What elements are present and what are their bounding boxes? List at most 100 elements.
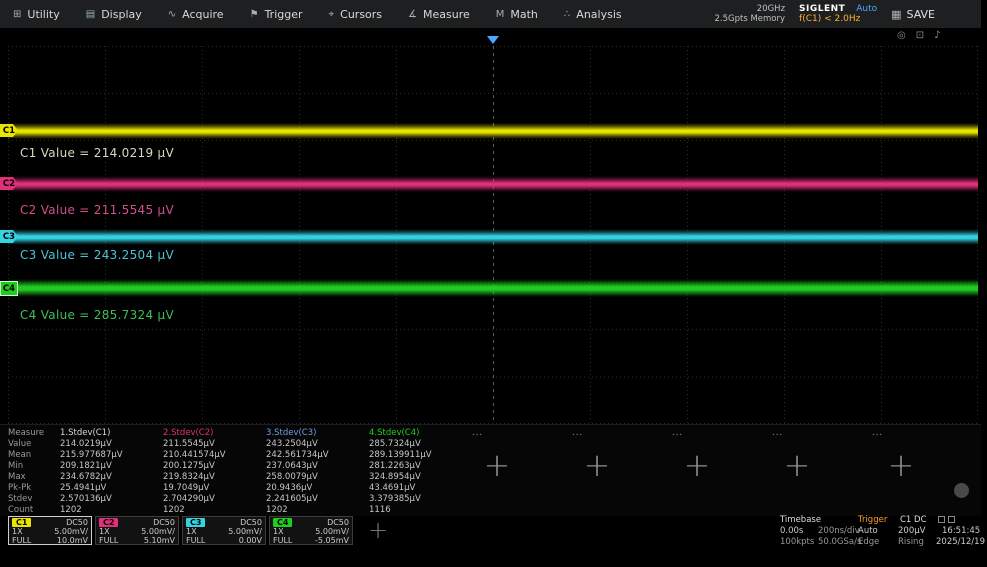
- trace-c1[interactable]: [8, 123, 978, 139]
- menu-display[interactable]: ▤Display: [73, 0, 155, 28]
- trigger-level: 200μV: [898, 527, 925, 536]
- timebase-panel[interactable]: Timebase: [780, 516, 821, 525]
- trigger-slope: Rising: [898, 538, 924, 547]
- add-measurement-button[interactable]: +: [479, 447, 515, 483]
- c2-coupling: DC50: [153, 518, 175, 527]
- menu-acquire[interactable]: ∿ Acquire: [155, 0, 237, 28]
- measure-slot-more: ...: [672, 428, 772, 439]
- menu-measure[interactable]: ∡Measure: [395, 0, 483, 28]
- measure-slot-more: ...: [472, 428, 572, 439]
- measure-value: 237.0643μV: [266, 461, 369, 472]
- camera-icon[interactable]: ◎: [897, 30, 906, 41]
- trace-c2[interactable]: [8, 176, 978, 192]
- c4-badge: C4: [273, 518, 292, 527]
- trigger-panel[interactable]: Trigger: [858, 516, 887, 525]
- measure-value: 234.6782μV: [60, 472, 163, 483]
- c2-badge: C2: [99, 518, 118, 527]
- measure-value: 1202: [60, 505, 163, 516]
- trigger-type: Edge: [858, 538, 879, 547]
- trigger-flag-icon: ⚑: [250, 9, 259, 20]
- measure-value: 211.5545μV: [163, 439, 266, 450]
- utility-icon: ⊞: [13, 9, 21, 20]
- measure-col-header-c2[interactable]: 2.Stdev(C2): [163, 428, 266, 439]
- menu-bar: ⊞Utility ▤Display ∿ Acquire ⚑Trigger ⌖Cur…: [0, 0, 981, 28]
- c1-badge: C1: [12, 518, 31, 527]
- c3-offset: 0.00V: [239, 536, 262, 545]
- measure-row-label: Value: [8, 439, 60, 450]
- measure-value: 219.8324μV: [163, 472, 266, 483]
- trigger-position-marker[interactable]: [487, 36, 499, 44]
- brand-status: SIGLENT Auto f(C1) < 2.0Hz: [799, 4, 877, 24]
- menu-math[interactable]: MMath: [483, 0, 551, 28]
- measure-value: 285.7324μV: [369, 439, 472, 450]
- measure-value: 1202: [163, 505, 266, 516]
- system-status-icons: [938, 516, 955, 523]
- frequency-counter: f(C1) < 2.0Hz: [799, 14, 877, 24]
- memory-readout: 2.5Gpts Memory: [715, 14, 786, 24]
- add-measurement-button[interactable]: +: [779, 447, 815, 483]
- measure-value: 2.570136μV: [60, 494, 163, 505]
- measure-value: 1202: [266, 505, 369, 516]
- measure-value: 1116: [369, 505, 472, 516]
- c4-value-label: C4 Value = 285.7324 μV: [20, 308, 174, 322]
- waveform-graticule[interactable]: C1 Value = 214.0219 μV C2 Value = 211.55…: [8, 46, 978, 424]
- oscilloscope-screen: ⊞Utility ▤Display ∿Acquire ⚑Trigger ⌖Cur…: [0, 0, 987, 567]
- measure-empty: [472, 483, 966, 494]
- measure-value: 242.561734μV: [266, 450, 369, 461]
- measure-value: 243.2504μV: [266, 439, 369, 450]
- c1-scale: 5.00mV/: [54, 527, 88, 536]
- c4-bandwidth: FULL: [273, 536, 292, 545]
- c2-probe: 1X: [99, 527, 110, 536]
- channel-box-c3[interactable]: C3DC50 1X5.00mV/ FULL0.00V: [182, 516, 266, 545]
- measure-row-label: Mean: [8, 450, 60, 461]
- menu-trigger[interactable]: ⚑Trigger: [237, 0, 316, 28]
- graticule-toolbar: ◎ ⊡ ♪: [897, 30, 941, 41]
- channel-box-c1[interactable]: C1DC50 1X5.00mV/ FULL10.0mV: [8, 516, 92, 545]
- menu-cursors[interactable]: ⌖Cursors: [316, 0, 396, 28]
- c4-probe: 1X: [273, 527, 284, 536]
- add-measurement-button[interactable]: +: [579, 447, 615, 483]
- channel-box-c2[interactable]: C2DC50 1X5.00mV/ FULL5.10mV: [95, 516, 179, 545]
- measure-slot-more: ...: [872, 428, 966, 439]
- menu-analysis[interactable]: ∴Analysis: [551, 0, 635, 28]
- acquire-icon: ∿: [168, 9, 176, 20]
- fullscreen-icon[interactable]: ⊡: [916, 30, 924, 41]
- analysis-icon: ∴: [564, 9, 570, 20]
- add-measurement-button[interactable]: +: [679, 447, 715, 483]
- menu-display-label: Display: [101, 8, 142, 21]
- c3-bandwidth: FULL: [186, 536, 205, 545]
- c3-coupling: DC50: [240, 518, 262, 527]
- measure-col-header-c1[interactable]: 1.Stdev(C1): [60, 428, 163, 439]
- c4-coupling: DC50: [327, 518, 349, 527]
- measure-empty: [472, 494, 966, 505]
- measure-value: 20.9436μV: [266, 483, 369, 494]
- floating-action-button[interactable]: [954, 483, 969, 498]
- measure-value: 324.8954μV: [369, 472, 472, 483]
- c1-coupling: DC50: [66, 518, 88, 527]
- measurement-panel: Measure 1.Stdev(C1) 2.Stdev(C2) 3.Stdev(…: [0, 424, 981, 516]
- add-channel-button[interactable]: +: [368, 516, 388, 544]
- measure-value: 210.441574μV: [163, 450, 266, 461]
- c4-scale: 5.00mV/: [315, 527, 349, 536]
- timebase-points: 100kpts: [780, 538, 814, 547]
- measure-empty: [472, 505, 966, 516]
- c2-bandwidth: FULL: [99, 536, 118, 545]
- measure-col-header-c4[interactable]: 4.Stdev(C4): [369, 428, 472, 439]
- menu-measure-label: Measure: [423, 8, 470, 21]
- menu-acquire-label: Acquire: [182, 8, 223, 21]
- trace-c4[interactable]: [8, 279, 978, 297]
- channel-status-row: C1DC50 1X5.00mV/ FULL10.0mV C2DC50 1X5.0…: [8, 516, 353, 545]
- trace-c3[interactable]: [8, 229, 978, 245]
- measure-col-header-c3[interactable]: 3.Stdev(C3): [266, 428, 369, 439]
- acquisition-status[interactable]: 20GHz 2.5Gpts Memory: [715, 4, 786, 24]
- save-button[interactable]: ▦ SAVE: [891, 8, 935, 21]
- save-label: SAVE: [907, 8, 935, 21]
- add-measurement-button[interactable]: +: [883, 447, 919, 483]
- c4-offset-marker[interactable]: C4: [0, 281, 18, 296]
- menu-utility[interactable]: ⊞Utility: [0, 0, 73, 28]
- channel-box-c4[interactable]: C4DC50 1X5.00mV/ FULL-5.05mV: [269, 516, 353, 545]
- c3-scale: 5.00mV/: [228, 527, 262, 536]
- measure-value: 214.0219μV: [60, 439, 163, 450]
- c3-badge: C3: [186, 518, 205, 527]
- bell-icon[interactable]: ♪: [934, 30, 940, 41]
